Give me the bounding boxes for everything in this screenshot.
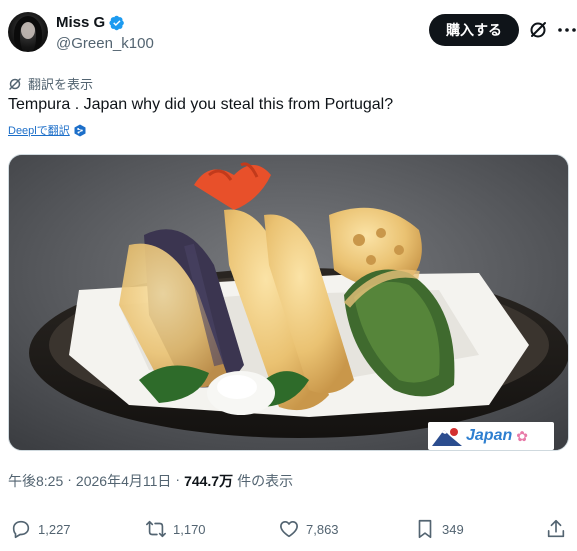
avatar-hair (14, 16, 42, 52)
sakura-icon: ✿ (516, 427, 528, 444)
share-icon (547, 519, 565, 538)
meta-separator: · (67, 471, 72, 487)
like-count: 7,863 (306, 521, 339, 537)
author-handle[interactable]: @Green_k100 (56, 35, 154, 52)
reply-count: 1,227 (38, 521, 71, 537)
verified-badge-icon (109, 15, 125, 30)
deepl-translate[interactable]: Deeplで翻訳 (8, 122, 86, 138)
watermark-text: Japan (466, 427, 513, 444)
author-name-text[interactable]: Miss G (56, 14, 105, 31)
show-translation[interactable]: 翻訳を表示 (8, 74, 93, 93)
share-button[interactable] (545, 518, 567, 540)
bookmark-button[interactable]: 349 (414, 518, 464, 540)
tweet-header: Miss G @Green_k100 購入する (8, 12, 576, 58)
meta-separator: · (175, 471, 181, 487)
bookmark-icon (418, 519, 432, 539)
tweet-image[interactable]: Japan ✿ (8, 154, 569, 451)
tempura-photo (9, 155, 568, 450)
show-translation-label[interactable]: 翻訳を表示 (28, 74, 93, 93)
reply-button[interactable]: 1,227 (10, 518, 71, 540)
deepl-logo-icon (74, 124, 86, 136)
bookmark-count: 349 (442, 521, 464, 537)
repost-button[interactable]: 1,170 (145, 518, 206, 540)
watermark: Japan ✿ (428, 422, 554, 450)
author-block: Miss G @Green_k100 (56, 14, 154, 52)
slash-circle-icon[interactable] (528, 20, 548, 40)
tweet-text: Tempura . Japan why did you steal this f… (8, 96, 394, 113)
avatar[interactable] (8, 12, 48, 52)
tweet-meta: 午後8:25 · 2026年4月11日 · 744.7万 件の表示 (8, 471, 293, 491)
repost-count: 1,170 (173, 521, 206, 537)
translate-icon (9, 77, 21, 90)
deepl-translate-link[interactable]: Deeplで翻訳 (8, 122, 70, 138)
tweet-date[interactable]: 2026年4月11日 (76, 471, 171, 491)
repost-icon (146, 520, 166, 538)
tweet-time[interactable]: 午後8:25 (8, 471, 63, 491)
mount-fuji-icon (432, 428, 462, 446)
buy-button[interactable]: 購入する (429, 14, 519, 46)
views-label: 件の表示 (237, 473, 294, 489)
like-button[interactable]: 7,863 (278, 518, 339, 540)
action-bar: 1,227 1,170 7,863 349 (8, 518, 569, 544)
more-dots-icon[interactable] (557, 20, 577, 40)
heart-icon (280, 521, 298, 538)
views-count: 744.7万 (184, 473, 234, 489)
reply-icon (12, 520, 30, 539)
author-display-name[interactable]: Miss G (56, 14, 125, 31)
